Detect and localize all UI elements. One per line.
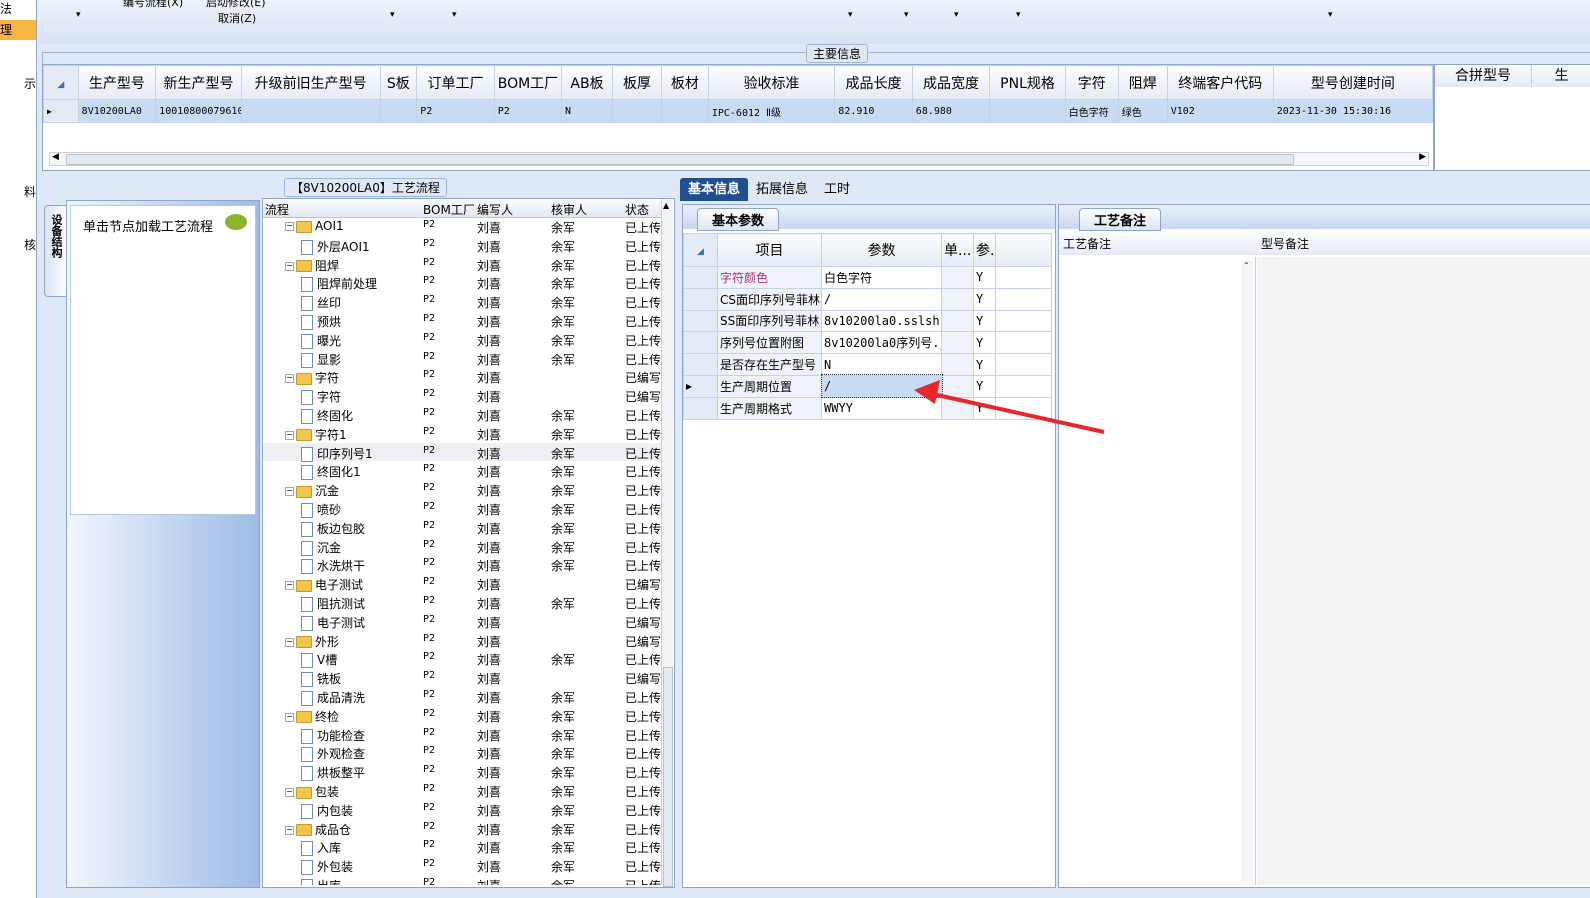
annotation-arrow (914, 380, 1105, 434)
